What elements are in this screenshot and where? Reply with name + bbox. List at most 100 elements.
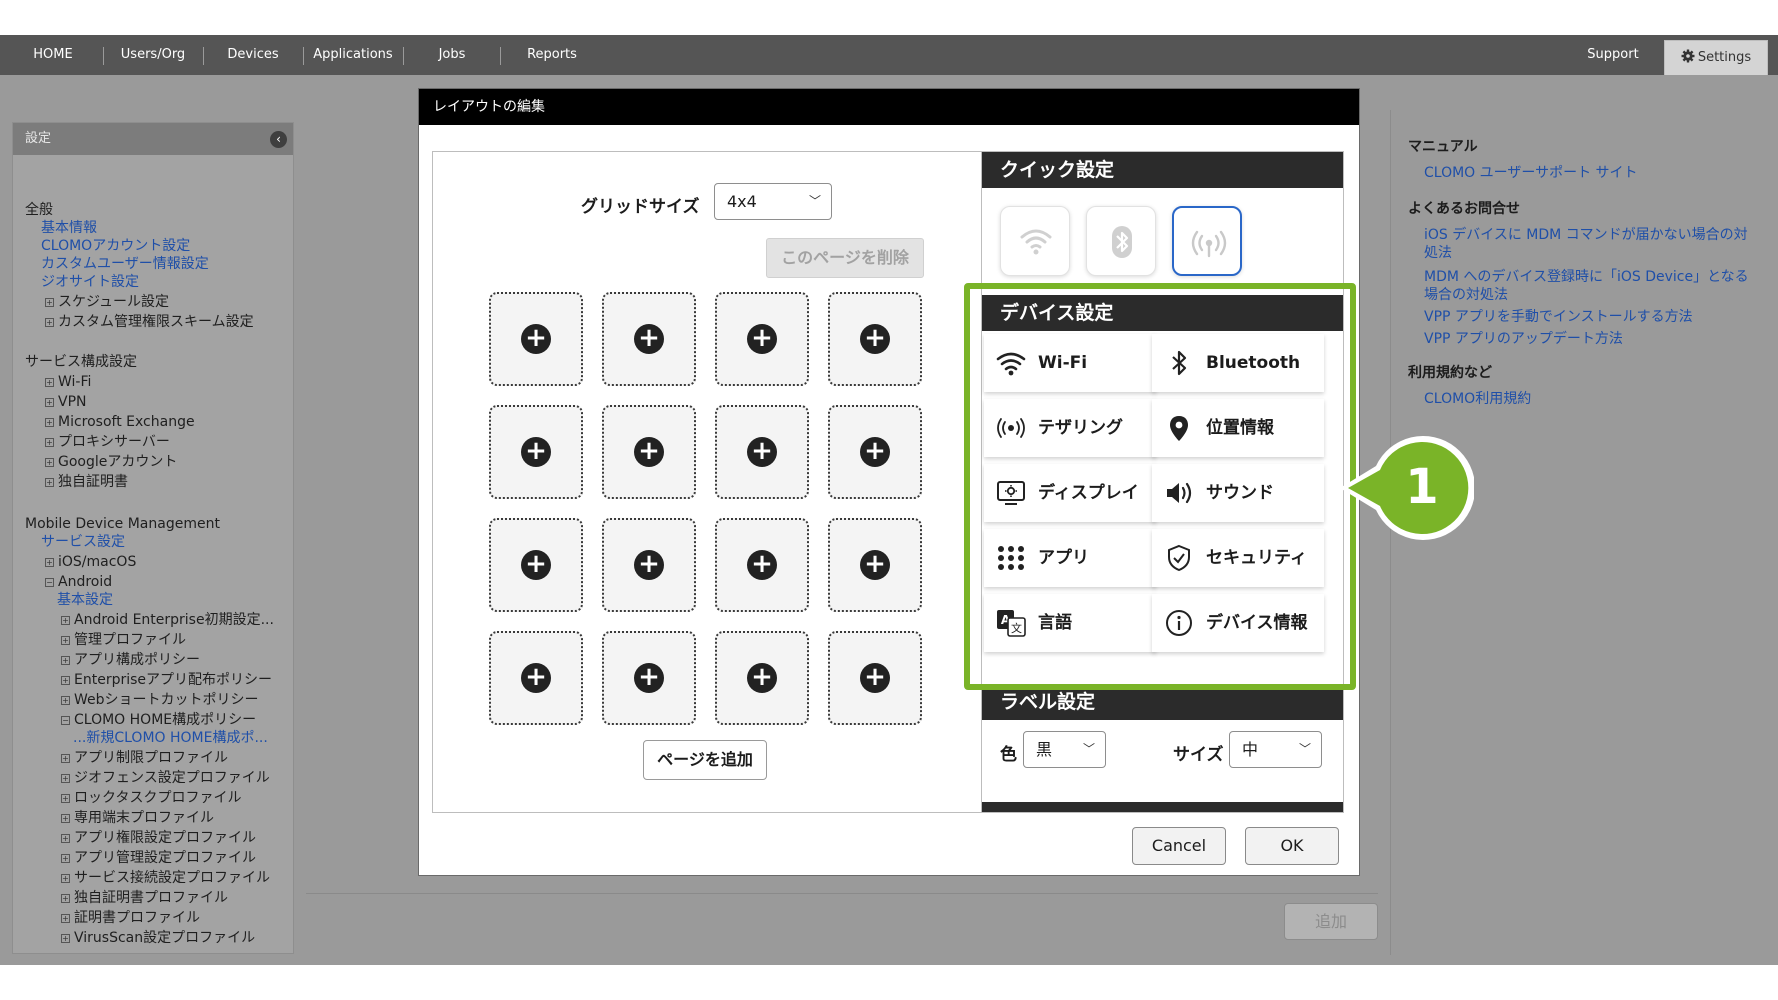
sidebar-item[interactable]: + 証明書プロファイル [61,909,200,927]
sidebar-item[interactable]: + Wi-Fi [45,373,91,391]
expand-tree-icon[interactable]: + [45,458,54,467]
expand-tree-icon[interactable]: + [45,298,54,307]
nav-settings-tab[interactable]: Settings [1664,40,1768,75]
add-circle-icon[interactable]: + [860,324,890,354]
sidebar-item[interactable]: + Enterpriseアプリ配布ポリシー [61,671,272,689]
sidebar-item[interactable]: 基本設定 [57,591,113,609]
sidebar-item[interactable]: カスタムユーザー情報設定 [41,255,209,273]
help-link[interactable]: VPP アプリのアップデート方法 [1424,330,1623,348]
add-circle-icon[interactable]: + [521,663,551,693]
help-link[interactable]: 処法 [1424,244,1452,262]
sidebar-item[interactable]: + プロキシサーバー [45,433,170,451]
expand-tree-icon[interactable]: + [61,794,70,803]
nav-support[interactable]: Support [1576,35,1650,75]
sidebar-item[interactable]: + 専用端末プロファイル [61,809,214,827]
ok-button[interactable]: OK [1245,827,1339,865]
add-circle-icon[interactable]: + [860,663,890,693]
add-circle-icon[interactable]: + [634,550,664,580]
nav-devices[interactable]: Devices [216,35,290,75]
expand-tree-icon[interactable]: + [45,318,54,327]
expand-tree-icon[interactable]: + [45,478,54,487]
grid-slot[interactable]: + [715,292,809,386]
expand-tree-icon[interactable]: + [61,774,70,783]
add-circle-icon[interactable]: + [521,437,551,467]
sidebar-item[interactable]: CLOMOアカウント設定 [41,237,190,255]
collapse-tree-icon[interactable]: − [61,716,70,725]
grid-slot[interactable]: + [828,292,922,386]
help-link[interactable]: CLOMO利用規約 [1424,390,1531,408]
grid-slot[interactable]: + [602,631,696,725]
add-circle-icon[interactable]: + [747,663,777,693]
add-circle-icon[interactable]: + [634,663,664,693]
add-button[interactable]: 追加 [1284,903,1378,940]
grid-slot[interactable]: + [715,631,809,725]
add-circle-icon[interactable]: + [521,324,551,354]
add-page-button[interactable]: ページを追加 [643,740,767,780]
expand-tree-icon[interactable]: + [61,834,70,843]
sidebar-item[interactable]: + iOS/macOS [45,553,136,571]
help-link[interactable]: CLOMO ユーザーサポート サイト [1424,164,1638,182]
sidebar-item[interactable]: 基本情報 [41,219,97,237]
sidebar-item[interactable]: + アプリ制限プロファイル [61,749,228,767]
add-circle-icon[interactable]: + [521,550,551,580]
help-link[interactable]: VPP アプリを手動でインストールする方法 [1424,308,1693,326]
sidebar-item[interactable]: − CLOMO HOME構成ポリシー [61,711,256,729]
grid-slot[interactable]: + [489,631,583,725]
nav-users-org[interactable]: Users/Org [112,35,194,75]
nav-jobs[interactable]: Jobs [420,35,484,75]
cancel-button[interactable]: Cancel [1132,827,1226,865]
help-link[interactable]: 場合の対処法 [1424,286,1508,304]
expand-tree-icon[interactable]: + [61,636,70,645]
expand-tree-icon[interactable]: + [61,814,70,823]
add-circle-icon[interactable]: + [860,550,890,580]
sidebar-item[interactable]: + Webショートカットポリシー [61,691,259,709]
grid-slot[interactable]: + [489,292,583,386]
expand-tree-icon[interactable]: + [61,914,70,923]
expand-tree-icon[interactable]: + [61,854,70,863]
expand-tree-icon[interactable]: + [61,894,70,903]
help-link[interactable]: iOS デバイスに MDM コマンドが届かない場合の対 [1424,226,1748,244]
sidebar-item[interactable]: + 管理プロファイル [61,631,186,649]
sidebar-item[interactable]: + Android Enterprise初期設定... [61,611,274,629]
sidebar-item[interactable]: ジオサイト設定 [41,273,139,291]
expand-tree-icon[interactable]: + [61,696,70,705]
sidebar-item[interactable]: + ジオフェンス設定プロファイル [61,769,270,787]
quick-tile-bluetooth[interactable] [1086,206,1156,276]
sidebar-item[interactable]: + カスタム管理権限スキーム設定 [45,313,254,331]
expand-tree-icon[interactable]: + [45,418,54,427]
expand-tree-icon[interactable]: + [45,398,54,407]
quick-tile-wifi[interactable] [1000,206,1070,276]
add-circle-icon[interactable]: + [747,437,777,467]
collapse-tree-icon[interactable]: − [45,578,54,587]
label-size-select[interactable]: 中 ﹀ [1229,731,1322,768]
nav-reports[interactable]: Reports [516,35,588,75]
expand-tree-icon[interactable]: + [61,616,70,625]
grid-size-select[interactable]: 4x4 ﹀ [714,183,832,220]
sidebar-item[interactable]: + スケジュール設定 [45,293,169,311]
delete-page-button[interactable]: このページを削除 [766,238,924,278]
grid-slot[interactable]: + [602,292,696,386]
grid-slot[interactable]: + [715,405,809,499]
expand-tree-icon[interactable]: + [61,676,70,685]
grid-slot[interactable]: + [489,518,583,612]
sidebar-item[interactable]: + ロックタスクプロファイル [61,789,241,807]
sidebar-item[interactable]: + Googleアカウント [45,453,177,471]
sidebar-item[interactable]: + 独自証明書 [45,473,128,491]
nav-home[interactable]: HOME [20,35,86,75]
expand-tree-icon[interactable]: + [45,438,54,447]
grid-slot[interactable]: + [602,405,696,499]
grid-slot[interactable]: + [828,631,922,725]
nav-applications[interactable]: Applications [310,35,396,75]
add-circle-icon[interactable]: + [747,324,777,354]
grid-slot[interactable]: + [602,518,696,612]
sidebar-item[interactable]: + Microsoft Exchange [45,413,195,431]
sidebar-item[interactable]: + アプリ管理設定プロファイル [61,849,256,867]
sidebar-item[interactable]: + サービス接続設定プロファイル [61,869,270,887]
add-circle-icon[interactable]: + [747,550,777,580]
quick-tile-tethering[interactable] [1172,206,1242,276]
sidebar-item[interactable]: + アプリ権限設定プロファイル [61,829,256,847]
sidebar-item[interactable]: − Android [45,573,112,591]
add-circle-icon[interactable]: + [860,437,890,467]
sidebar-item[interactable]: サービス設定 [41,533,125,551]
label-color-select[interactable]: 黒 ﹀ [1023,731,1106,768]
